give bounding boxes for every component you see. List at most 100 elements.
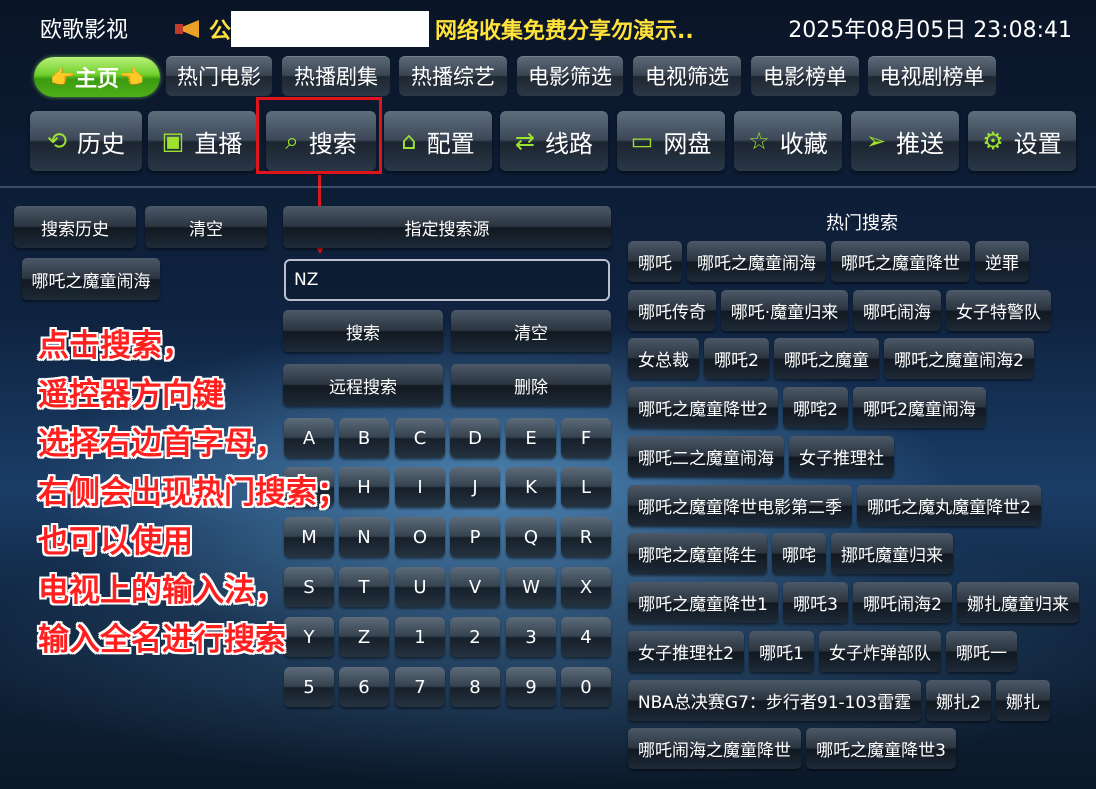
hot-search-item[interactable]: 娜扎魔童归来	[957, 582, 1079, 623]
hot-search-item[interactable]: 挪吒魔童归来	[831, 533, 953, 574]
hot-search-item[interactable]: 哪吒闹海	[853, 290, 941, 331]
hot-search-item[interactable]: 哪吒之魔童降世	[831, 241, 970, 282]
annotation-line: 输入全名进行搜索	[38, 622, 286, 658]
megaphone-icon	[175, 16, 205, 42]
hot-search-item[interactable]: 哪吒一	[946, 631, 1017, 672]
key-e[interactable]: E	[506, 418, 556, 458]
hot-search-item[interactable]: 哪咤之魔童降生	[628, 533, 767, 574]
key-o[interactable]: O	[395, 517, 445, 557]
key-4[interactable]: 4	[561, 617, 611, 657]
key-2[interactable]: 2	[450, 617, 500, 657]
search-input[interactable]: NZ	[284, 259, 610, 301]
key-7[interactable]: 7	[395, 667, 445, 707]
hot-search-item[interactable]: 哪吒3	[783, 582, 848, 623]
key-p[interactable]: P	[450, 517, 500, 557]
key-j[interactable]: J	[450, 467, 500, 507]
annotation-line: 选择右边首字母，	[38, 426, 286, 462]
nav-netdisk-button[interactable]: ▭ 网盘	[617, 111, 725, 171]
hot-search-item[interactable]: 哪吒之魔童	[774, 338, 879, 379]
hot-search-item[interactable]: 女子推理社2	[628, 631, 744, 672]
hot-search-item[interactable]: 女子炸弹部队	[819, 631, 941, 672]
key-6[interactable]: 6	[339, 667, 389, 707]
tab-hot-series[interactable]: 热播剧集	[282, 56, 390, 96]
key-c[interactable]: C	[395, 418, 445, 458]
key-1[interactable]: 1	[395, 617, 445, 657]
hot-search-item[interactable]: 女子推理社	[789, 436, 894, 477]
hot-search-item[interactable]: 娜扎	[996, 680, 1050, 721]
tab-home[interactable]: 👉 主页 👈	[34, 57, 160, 97]
search-source-button[interactable]: 指定搜索源	[283, 206, 611, 248]
key-l[interactable]: L	[561, 467, 611, 507]
hot-search-item[interactable]: 哪咤2	[783, 387, 848, 428]
card-icon: ▭	[630, 127, 654, 155]
redaction-box	[231, 11, 430, 47]
nav-settings-button[interactable]: ⚙ 设置	[968, 111, 1076, 171]
hot-search-item[interactable]: 哪吒之魔童降世2	[628, 387, 778, 428]
hot-search-item[interactable]: 哪吒之魔丸魔童降世2	[857, 485, 1041, 526]
hot-search-item[interactable]: 哪吒1	[749, 631, 814, 672]
tab-movie-ranking[interactable]: 电影榜单	[751, 56, 859, 96]
clear-input-button[interactable]: 清空	[451, 310, 611, 352]
hot-search-item[interactable]: 逆罪	[975, 241, 1029, 282]
annotation-line: 电视上的输入法，	[38, 573, 286, 609]
key-r[interactable]: R	[561, 517, 611, 557]
nav-favorites-button[interactable]: ☆ 收藏	[734, 111, 842, 171]
key-x[interactable]: X	[561, 567, 611, 607]
hot-search-item[interactable]: 哪吒之魔童降世3	[806, 728, 956, 769]
hot-search-item[interactable]: 哪吒之魔童闹海2	[884, 338, 1034, 379]
hot-search-item[interactable]: 女子特警队	[946, 290, 1051, 331]
tv-icon: ▣	[161, 127, 185, 155]
key-d[interactable]: D	[450, 418, 500, 458]
send-icon: ➢	[865, 127, 887, 155]
key-u[interactable]: U	[395, 567, 445, 607]
tab-tv-filter[interactable]: 电视筛选	[633, 56, 741, 96]
hot-search-item[interactable]: 哪吒·魔童归来	[721, 290, 848, 331]
hot-search-item[interactable]: 哪吒之魔童闹海	[687, 241, 826, 282]
gear-icon: ⚙	[982, 127, 1004, 155]
tab-tv-ranking[interactable]: 电视剧榜单	[868, 56, 996, 96]
nav-route-button[interactable]: ⇄ 线路	[500, 111, 608, 171]
hot-search-item[interactable]: NBA总决赛G7：步行者91-103雷霆	[628, 680, 921, 721]
nav-config-button[interactable]: ⌂ 配置	[384, 111, 492, 171]
hot-search-item[interactable]: 哪吒之魔童降世1	[628, 582, 778, 623]
nav-push-button[interactable]: ➢ 推送	[851, 111, 959, 171]
key-i[interactable]: I	[395, 467, 445, 507]
clear-history-button[interactable]: 清空	[145, 206, 267, 248]
hot-search-item[interactable]: 哪吒二之魔童闹海	[628, 436, 784, 477]
nav-settings-label: 设置	[1013, 129, 1062, 158]
history-item[interactable]: 哪吒之魔童闹海	[22, 258, 160, 300]
key-v[interactable]: V	[450, 567, 500, 607]
key-3[interactable]: 3	[506, 617, 556, 657]
hot-search-item[interactable]: 哪吒闹海之魔童降世	[628, 728, 801, 769]
hot-search-item[interactable]: 哪吒闹海2	[853, 582, 952, 623]
hot-search-item[interactable]: 哪咤	[772, 533, 826, 574]
tab-hot-variety[interactable]: 热播综艺	[399, 56, 507, 96]
hot-search-item[interactable]: 哪吒2魔童闹海	[853, 387, 986, 428]
tab-hot-movies[interactable]: 热门电影	[166, 56, 272, 96]
hot-search-item[interactable]: 女总裁	[628, 338, 699, 379]
hot-search-item[interactable]: 哪吒	[628, 241, 682, 282]
hot-search-item[interactable]: 娜扎2	[926, 680, 991, 721]
key-k[interactable]: K	[506, 467, 556, 507]
key-9[interactable]: 9	[506, 667, 556, 707]
key-f[interactable]: F	[561, 418, 611, 458]
annotation-line: 点击搜索，	[38, 328, 193, 364]
nav-live-button[interactable]: ▣ 直播	[148, 111, 256, 171]
key-0[interactable]: 0	[561, 667, 611, 707]
key-q[interactable]: Q	[506, 517, 556, 557]
notice-marquee: 公 网络收集免费分享勿演示..	[175, 11, 694, 47]
nav-history-button[interactable]: ⟲ 历史	[30, 111, 142, 171]
hot-search-item[interactable]: 哪吒传奇	[628, 290, 716, 331]
delete-button[interactable]: 删除	[451, 364, 611, 406]
key-w[interactable]: W	[506, 567, 556, 607]
tab-movie-filter[interactable]: 电影筛选	[517, 56, 623, 96]
hot-search-item[interactable]: 哪吒之魔童降世电影第二季	[628, 485, 852, 526]
hot-search-item[interactable]: 哪吒2	[704, 338, 769, 379]
highlight-box	[256, 97, 382, 174]
key-5[interactable]: 5	[284, 667, 334, 707]
annotation-line: 右侧会出现热门搜索；	[38, 475, 348, 511]
key-8[interactable]: 8	[450, 667, 500, 707]
pointing-hand-icon: 👉	[50, 65, 75, 89]
nav-push-label: 推送	[896, 129, 945, 158]
search-history-button[interactable]: 搜索历史	[14, 206, 136, 248]
